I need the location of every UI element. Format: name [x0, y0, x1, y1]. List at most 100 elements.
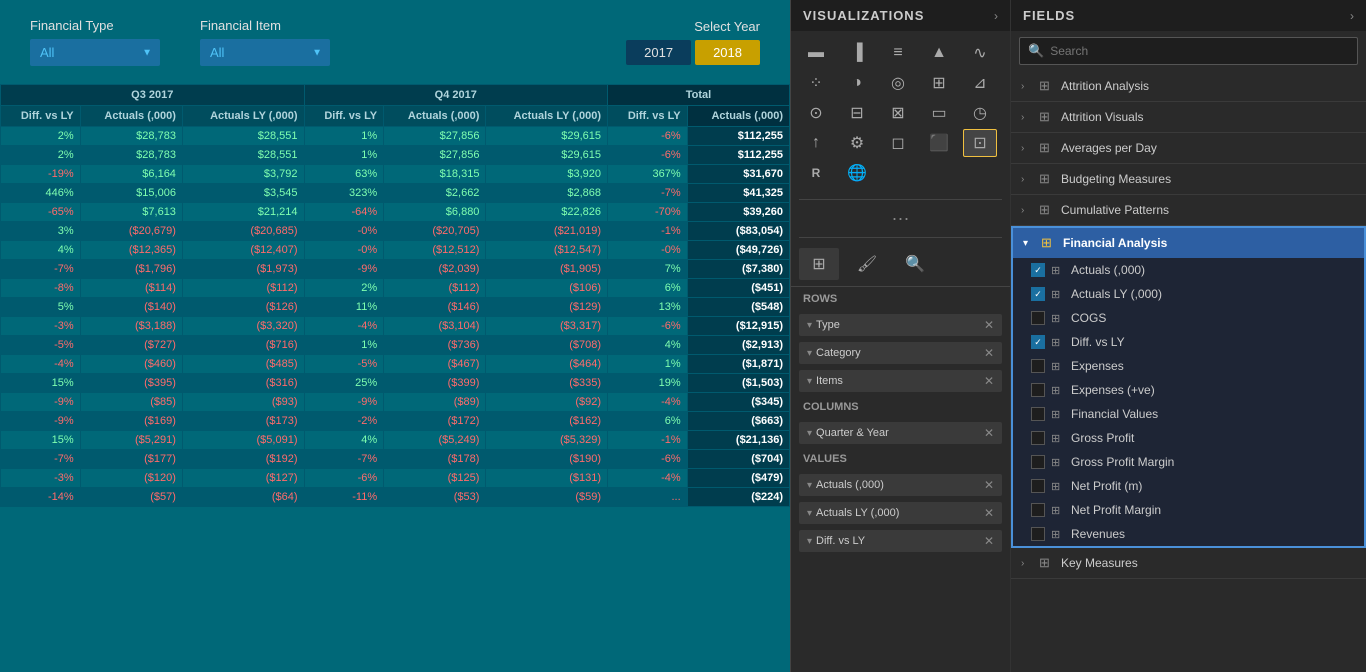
actuals-checkbox[interactable]	[1031, 263, 1045, 277]
viz-scatter-icon[interactable]: ⁘	[799, 69, 833, 97]
cell-diff3: ...	[608, 488, 688, 507]
net-profit-margin-checkbox[interactable]	[1031, 503, 1045, 517]
values-actuals-ly-remove[interactable]: ✕	[984, 506, 994, 520]
cell-diff3: -6%	[608, 127, 688, 146]
field-item-net-profit-m[interactable]: ⊞ Net Profit (m)	[1023, 474, 1364, 498]
visualizations-arrow[interactable]: ›	[994, 9, 998, 23]
gross-profit-margin-checkbox[interactable]	[1031, 455, 1045, 469]
cell-diff2: -0%	[304, 241, 384, 260]
cell-ly2: ($1,905)	[486, 260, 608, 279]
values-actuals-pill[interactable]: ▾ Actuals (,000) ✕	[799, 474, 1002, 496]
field-item-revenues[interactable]: ⊞ Revenues	[1023, 522, 1364, 546]
th-ly-q4: Actuals LY (,000)	[486, 106, 608, 127]
search-input[interactable]	[1050, 44, 1349, 58]
expenses-ve-checkbox[interactable]	[1031, 383, 1045, 397]
field-item-gross-profit-margin[interactable]: ⊞ Gross Profit Margin	[1023, 450, 1364, 474]
financial-values-checkbox[interactable]	[1031, 407, 1045, 421]
field-group-averages-header[interactable]: › ⊞ Averages per Day	[1011, 133, 1366, 163]
field-item-actuals[interactable]: ⊞ Actuals (,000)	[1023, 258, 1364, 282]
viz-table-icon[interactable]: ⊟	[840, 99, 874, 127]
viz-funnel-icon[interactable]: ⊿	[963, 69, 997, 97]
cell-total: ($224)	[687, 488, 789, 507]
cell-act1: ($140)	[80, 298, 182, 317]
viz-bar-chart-icon[interactable]: ▬	[799, 39, 833, 67]
cell-ly1: $28,551	[182, 127, 304, 146]
viz-shape-icon[interactable]: ◻	[881, 129, 915, 157]
viz-custom-icon[interactable]: 🌐	[840, 159, 874, 187]
viz-stacked-bar-icon[interactable]: ≡	[881, 39, 915, 67]
revenues-checkbox[interactable]	[1031, 527, 1045, 541]
field-item-actuals-ly[interactable]: ⊞ Actuals LY (,000)	[1023, 282, 1364, 306]
viz-selected-icon[interactable]: ⊡	[963, 129, 997, 157]
cogs-checkbox[interactable]	[1031, 311, 1045, 325]
search-box[interactable]: 🔍	[1019, 37, 1358, 65]
revenues-field-icon: ⊞	[1051, 528, 1065, 541]
fields-expand-icon[interactable]: ›	[1350, 9, 1354, 23]
diff-vs-ly-checkbox[interactable]	[1031, 335, 1045, 349]
rows-type-remove[interactable]: ✕	[984, 318, 994, 332]
cell-ly2: ($106)	[486, 279, 608, 298]
key-measures-label: Key Measures	[1061, 556, 1356, 570]
year-2017-btn[interactable]: 2017	[626, 40, 691, 65]
viz-card-icon[interactable]: ▭	[922, 99, 956, 127]
year-2018-btn[interactable]: 2018	[695, 40, 760, 65]
year-buttons: 2017 2018	[626, 40, 760, 65]
viz-image-icon[interactable]: ⬛	[922, 129, 956, 157]
financial-type-wrapper[interactable]: All Actual Budget	[30, 39, 160, 66]
field-group-key-measures-header[interactable]: › ⊞ Key Measures	[1011, 548, 1366, 578]
financial-item-wrapper[interactable]: All Revenue Expenses	[200, 39, 330, 66]
values-diff-remove[interactable]: ✕	[984, 534, 994, 548]
cell-ly1: ($485)	[182, 355, 304, 374]
viz-map-icon[interactable]: ⊙	[799, 99, 833, 127]
rows-items-remove[interactable]: ✕	[984, 374, 994, 388]
expenses-checkbox[interactable]	[1031, 359, 1045, 373]
viz-treemap-icon[interactable]: ⊞	[922, 69, 956, 97]
field-item-expenses[interactable]: ⊞ Expenses	[1023, 354, 1364, 378]
field-item-gross-profit[interactable]: ⊞ Gross Profit	[1023, 426, 1364, 450]
format-icon[interactable]: 🖌	[847, 248, 887, 280]
viz-kpi-icon[interactable]: ↑	[799, 129, 833, 157]
field-item-diff-vs-ly[interactable]: ⊞ Diff. vs LY	[1023, 330, 1364, 354]
field-item-expenses-ve[interactable]: ⊞ Expenses (+ve)	[1023, 378, 1364, 402]
viz-matrix-icon[interactable]: ⊠	[881, 99, 915, 127]
viz-column-chart-icon[interactable]: ▐	[840, 39, 874, 67]
net-profit-m-checkbox[interactable]	[1031, 479, 1045, 493]
field-group-budgeting-header[interactable]: › ⊞ Budgeting Measures	[1011, 164, 1366, 194]
rows-items-pill[interactable]: ▾ Items ✕	[799, 370, 1002, 392]
field-group-attrition-visuals-header[interactable]: › ⊞ Attrition Visuals	[1011, 102, 1366, 132]
cell-diff1: 2%	[1, 146, 81, 165]
viz-gauge-icon[interactable]: ◷	[963, 99, 997, 127]
budgeting-arrow-icon: ›	[1021, 174, 1033, 185]
build-fields-icon[interactable]: ⊞	[799, 248, 839, 280]
field-item-financial-values[interactable]: ⊞ Financial Values	[1023, 402, 1364, 426]
viz-line-chart-icon[interactable]: ∿	[963, 39, 997, 67]
columns-qy-pill[interactable]: ▾ Quarter & Year ✕	[799, 422, 1002, 444]
field-group-attrition-analysis-header[interactable]: › ⊞ Attrition Analysis	[1011, 71, 1366, 101]
financial-type-select[interactable]: All Actual Budget	[30, 39, 160, 66]
values-actuals-ly-pill[interactable]: ▾ Actuals LY (,000) ✕	[799, 502, 1002, 524]
cell-diff2: -9%	[304, 393, 384, 412]
financial-item-select[interactable]: All Revenue Expenses	[200, 39, 330, 66]
field-group-cumulative-header[interactable]: › ⊞ Cumulative Patterns	[1011, 195, 1366, 225]
gross-profit-checkbox[interactable]	[1031, 431, 1045, 445]
values-actuals-remove[interactable]: ✕	[984, 478, 994, 492]
expenses-ve-field-name: Expenses (+ve)	[1071, 383, 1356, 397]
viz-r-icon[interactable]: R	[799, 159, 833, 187]
th-actuals-q3: Actuals (,000)	[80, 106, 182, 127]
values-diff-pill[interactable]: ▾ Diff. vs LY ✕	[799, 530, 1002, 552]
viz-pie-icon[interactable]: ◑	[840, 69, 874, 97]
field-item-net-profit-margin[interactable]: ⊞ Net Profit Margin	[1023, 498, 1364, 522]
viz-area-chart-icon[interactable]: ▲	[922, 39, 956, 67]
viz-more[interactable]: ···	[791, 204, 1010, 233]
rows-type-pill[interactable]: ▾ Type ✕	[799, 314, 1002, 336]
field-group-financial-header[interactable]: ▾ ⊞ Financial Analysis	[1013, 228, 1364, 258]
columns-qy-remove[interactable]: ✕	[984, 426, 994, 440]
field-item-cogs[interactable]: ⊞ COGS	[1023, 306, 1364, 330]
viz-slicer-icon[interactable]: ⚙	[840, 129, 874, 157]
viz-donut-icon[interactable]: ◎	[881, 69, 915, 97]
analytics-icon[interactable]: 🔍	[895, 248, 935, 280]
actuals-ly-checkbox[interactable]	[1031, 287, 1045, 301]
rows-category-pill[interactable]: ▾ Category ✕	[799, 342, 1002, 364]
table-row: 2% $28,783 $28,551 1% $27,856 $29,615 -6…	[1, 146, 790, 165]
rows-category-remove[interactable]: ✕	[984, 346, 994, 360]
